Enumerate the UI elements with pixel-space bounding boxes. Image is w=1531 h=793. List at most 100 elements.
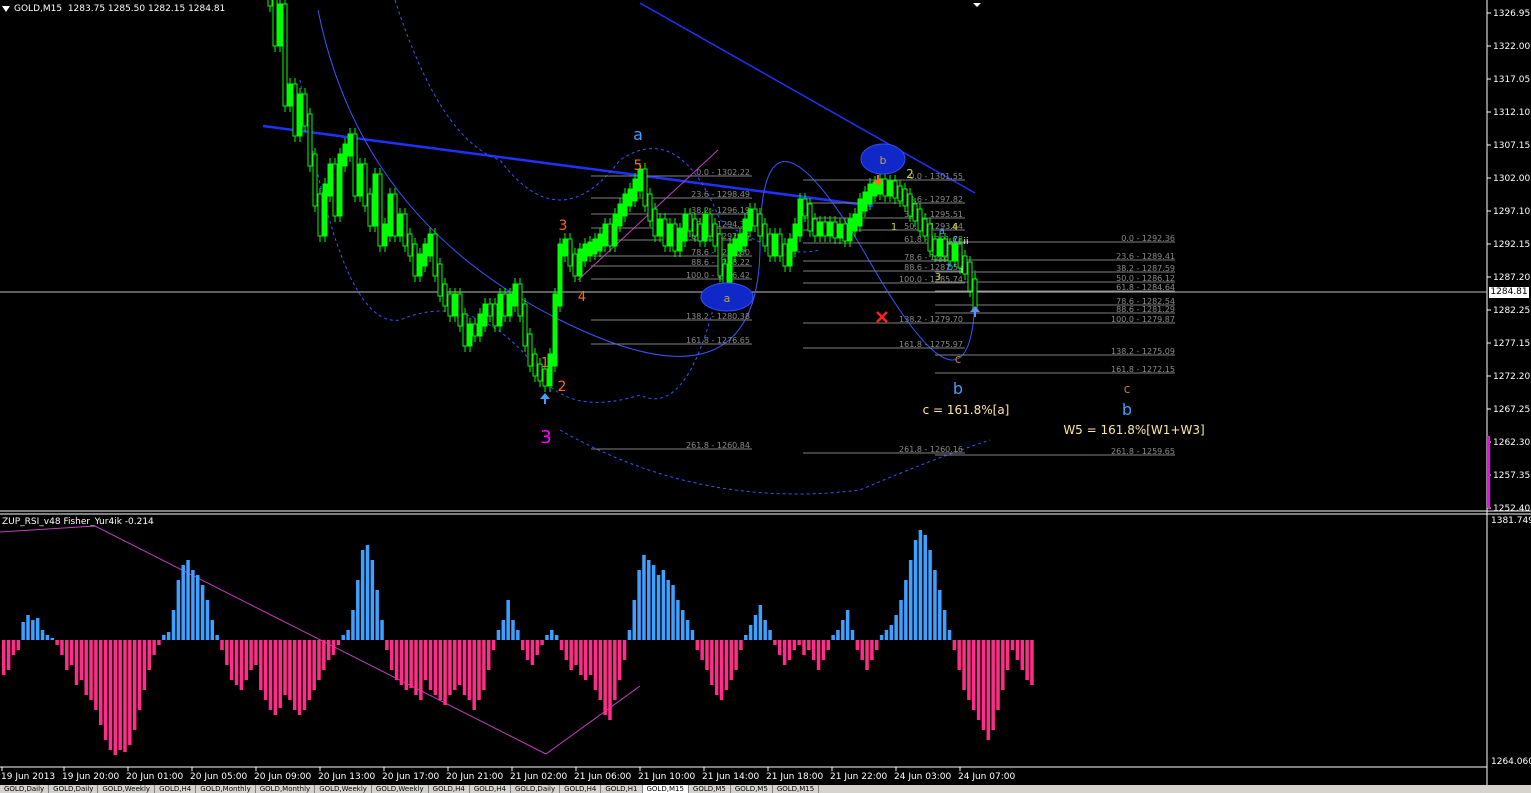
hist-bar-down (293, 640, 297, 710)
candlesticks (267, 0, 978, 392)
price-tick-label: 1312.10 (1493, 108, 1530, 118)
price-tick-label: 1317.05 (1493, 75, 1530, 85)
wave-small-3[interactable]: 3 (935, 272, 941, 283)
chart-tab[interactable]: GOLD,H4 (470, 785, 511, 793)
candle-body (297, 93, 303, 137)
wave-c-orange[interactable]: c (955, 352, 962, 366)
candle-body (492, 303, 498, 327)
candle-body (907, 193, 913, 217)
wave-small-c[interactable]: c (952, 234, 958, 245)
hist-bar-up (642, 555, 646, 640)
chart-tab[interactable]: GOLD,Daily (511, 785, 561, 793)
candle-body (887, 180, 893, 197)
hist-bar-down (472, 640, 476, 710)
trendline-channel[interactable] (639, 2, 976, 194)
hist-bar-down (263, 640, 268, 700)
chart-tab[interactable]: GOLD,Weekly (372, 785, 429, 793)
candle-body (892, 180, 898, 199)
chart-tab[interactable]: GOLD,Weekly (98, 785, 156, 793)
hist-bar-up (831, 635, 835, 640)
fibonacci-levels[interactable]: 0.0 - 1302.22 23.6 - 1298.49 38.2 - 1296.1… (591, 168, 1175, 456)
candle-body (422, 243, 428, 267)
candle-body (452, 293, 458, 317)
candle-body (307, 113, 313, 167)
wave-small-ii[interactable]: ii (963, 237, 968, 247)
hist-bar-down (719, 640, 724, 700)
hist-bar-up (908, 560, 913, 640)
candle-body (882, 178, 888, 197)
chart-tab[interactable]: GOLD,Monthly (196, 785, 256, 793)
wave-a-top[interactable]: a (633, 125, 643, 144)
hist-bar-up (744, 635, 748, 640)
chart-tab[interactable]: GOLD,H4 (429, 785, 470, 793)
hist-bar-down (453, 640, 457, 690)
wave-5-label[interactable]: 5 (634, 158, 643, 174)
price-tick-label: 1282.25 (1493, 306, 1530, 316)
wave-c-orange-2[interactable]: c (1124, 382, 1131, 396)
hist-bar-down (700, 640, 704, 660)
hist-bar-down (773, 640, 777, 645)
candle-body (857, 198, 863, 227)
hist-bar-down (734, 640, 738, 670)
wave-small-b[interactable]: b (947, 262, 953, 273)
wave-2-top-label[interactable]: 2 (906, 167, 914, 181)
time-tick-label: 19 Jun 20:00 (62, 772, 119, 782)
chart-tab[interactable]: GOLD,Daily (49, 785, 99, 793)
fib-left-label: 261.8 - 1260.84 (686, 441, 750, 450)
chevron-down-icon[interactable] (2, 5, 10, 12)
wave-b-blue-2[interactable]: b (1122, 400, 1132, 419)
hist-bar-up (365, 545, 370, 640)
hist-bar-down (1015, 640, 1020, 660)
hist-bar-down (1030, 640, 1034, 685)
wave-small-a[interactable]: a (939, 226, 945, 237)
hist-bar-up (176, 580, 181, 640)
wave-3-label[interactable]: 3 (559, 218, 568, 234)
chart-tab[interactable]: GOLD,H4 (155, 785, 197, 793)
candle-body (947, 243, 953, 262)
candle-body (487, 303, 493, 317)
candle-body (832, 221, 838, 239)
hist-bar-up (554, 635, 559, 640)
wave-small-i[interactable]: i (961, 266, 964, 276)
hist-bar-down (448, 640, 452, 695)
chart-tab[interactable]: GOLD,Daily (0, 785, 50, 793)
wave-4-label[interactable]: 4 (578, 290, 586, 305)
wave-markers[interactable]: a53412321 43abciiicb cbbac = 161.8%[a]W5 =… (540, 3, 1205, 448)
candle-body (627, 188, 633, 207)
candle-body (612, 213, 618, 247)
hist-bar-down (540, 640, 544, 645)
price-chart[interactable]: 0.0 - 1302.22 23.6 - 1298.49 38.2 - 1296.1… (0, 0, 1531, 793)
price-tick-label: 1322.00 (1493, 42, 1530, 52)
hist-bar-down (6, 640, 11, 670)
time-tick-label: 20 Jun 01:00 (126, 772, 183, 782)
hist-bar-down (278, 640, 282, 708)
wave-small-4[interactable]: 4 (952, 222, 958, 233)
chart-tab[interactable]: GOLD,M5 (689, 785, 731, 793)
chart-tab[interactable]: GOLD,Monthly (256, 785, 316, 793)
hist-bar-down (385, 640, 389, 650)
chart-tab[interactable]: GOLD,M5 (731, 785, 773, 793)
wave-big-3-label[interactable]: 3 (540, 427, 551, 448)
hist-bar-down (259, 640, 263, 690)
candle-body (272, 0, 278, 47)
fib-right-label: 38.2 - 1287.59 (1116, 264, 1175, 273)
hist-bar-down (530, 640, 535, 665)
candle-body (842, 223, 848, 242)
hist-bar-down (2, 640, 6, 675)
hist-bar-down (390, 640, 394, 670)
chart-tab[interactable]: GOLD,H4 (560, 785, 602, 793)
chart-tab[interactable]: GOLD,M15 (642, 785, 689, 793)
hist-bar-down (778, 640, 782, 655)
candle-body (367, 193, 373, 227)
chart-tab[interactable]: GOLD,Weekly (315, 785, 372, 793)
wave-1-label[interactable]: 1 (541, 356, 549, 371)
candle-body (847, 218, 853, 242)
chart-tab[interactable]: GOLD,M15 (773, 785, 820, 793)
candle-body (522, 303, 528, 347)
wave-b-blue[interactable]: b (953, 379, 963, 398)
hist-bar-down (157, 640, 161, 645)
chart-tab[interactable]: GOLD,H1 (601, 785, 643, 793)
wave-2-label[interactable]: 2 (558, 379, 567, 395)
candle-body (717, 233, 723, 277)
wave-small-1[interactable]: 1 (891, 222, 897, 233)
